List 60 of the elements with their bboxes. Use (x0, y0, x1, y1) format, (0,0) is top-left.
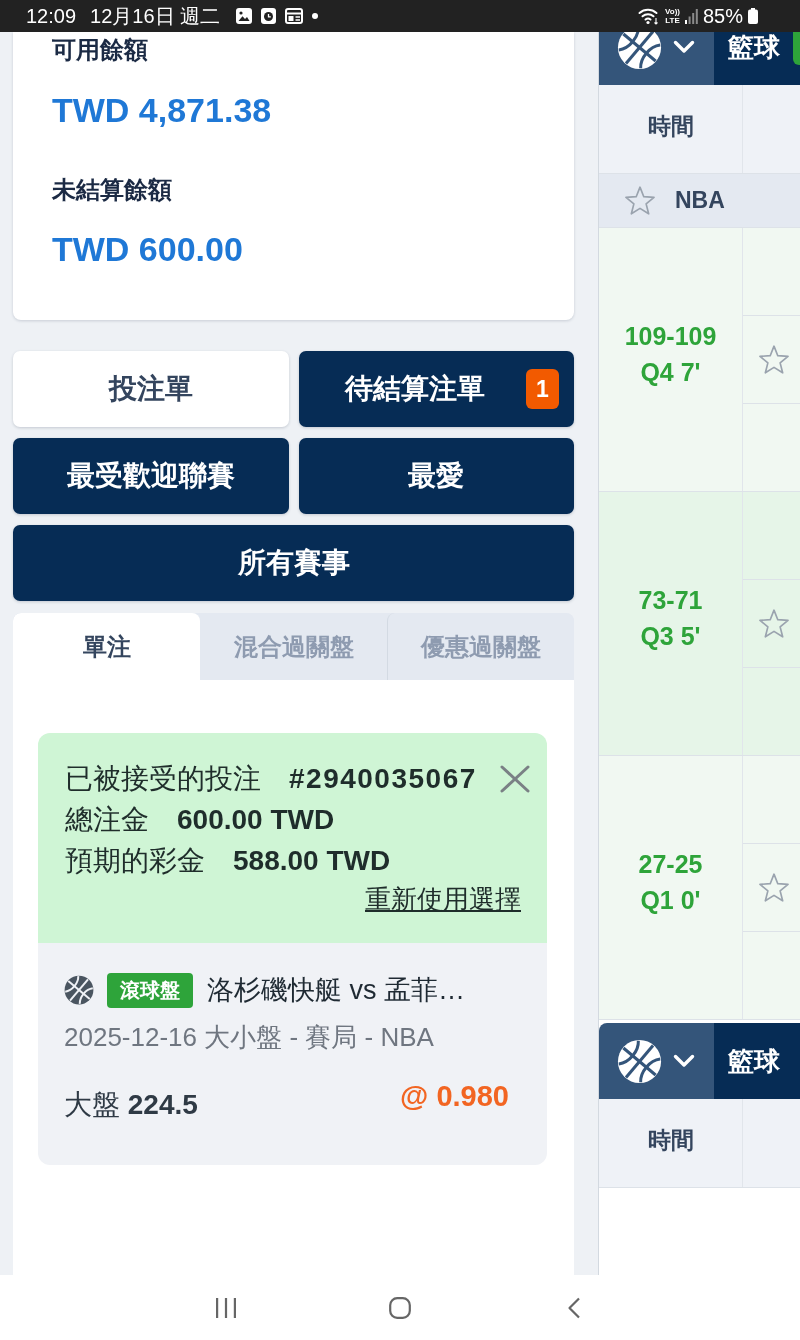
clock-icon (261, 8, 277, 24)
network-label: LTE (665, 16, 680, 25)
live-badge: 滾球盤 (107, 972, 193, 1008)
game-period: Q4 7' (640, 356, 701, 388)
live-score: 73-71 (638, 584, 703, 616)
receipt-value: 588.00 TWD (233, 844, 391, 877)
star-icon[interactable] (625, 186, 655, 215)
match-title: 洛杉磯快艇 vs 孟菲… (207, 974, 465, 1007)
menu-button[interactable]: 所有賽事 (13, 525, 574, 601)
game-period: Q1 0' (640, 884, 701, 916)
market-details: 2025-12-16 大小盤 - 賽局 - NBA (64, 1021, 435, 1054)
game-period: Q3 5' (640, 620, 701, 652)
bet-type-tab[interactable]: 單注 (13, 613, 200, 680)
sport-selector[interactable] (599, 1023, 714, 1099)
bet-number: #2940035067 (289, 762, 477, 795)
signal-icon (684, 8, 698, 24)
menu-button[interactable]: 最受歡迎聯賽 (13, 438, 289, 514)
date-text: 12月16日 週二 (90, 4, 221, 28)
time-column-header: 時間 (599, 1099, 743, 1187)
receipt-title: 已被接受的投注 (65, 761, 261, 796)
balance-label: 未結算餘額 (52, 175, 172, 205)
balance-label: 可用餘額 (52, 35, 148, 65)
basketball-icon (64, 975, 94, 1005)
reuse-selection-link[interactable]: 重新使用選擇 (365, 881, 521, 917)
receipt-label: 總注金 (65, 802, 149, 837)
receipt-value: 600.00 TWD (177, 803, 335, 836)
menu-button[interactable]: 最愛 (298, 438, 574, 514)
star-icon[interactable] (759, 873, 789, 902)
battery-icon (748, 8, 758, 24)
close-icon[interactable] (500, 764, 530, 793)
star-icon[interactable] (759, 345, 789, 374)
live-score: 109-109 (624, 320, 717, 352)
star-icon[interactable] (759, 609, 789, 638)
balance-amount: TWD 4,871.38 (52, 90, 272, 131)
sport-title: 籃球 (728, 32, 780, 64)
recent-apps-icon[interactable] (215, 1297, 237, 1318)
wifi-icon (638, 7, 660, 25)
notification-dot-icon (312, 13, 319, 19)
battery-percent: 85% (702, 4, 743, 28)
basketball-icon (617, 32, 662, 70)
back-icon[interactable] (567, 1296, 581, 1319)
news-icon (285, 8, 304, 24)
odds-value: @ 0.980 (400, 1080, 509, 1113)
pick-text: 大盤 224.5 (64, 1087, 198, 1122)
image-icon (236, 8, 253, 24)
home-icon[interactable] (389, 1296, 411, 1319)
network-label: Vo)) (665, 7, 680, 16)
live-score: 27-25 (638, 848, 703, 880)
chevron-down-icon (673, 40, 695, 54)
menu-button[interactable]: 投注單 (13, 351, 289, 427)
time-column-header: 時間 (599, 85, 743, 173)
count-badge: 1 (526, 369, 559, 409)
sport-title: 籃球 (728, 1044, 780, 1078)
balance-amount: TWD 600.00 (52, 229, 243, 270)
chevron-down-icon (673, 1054, 695, 1068)
menu-button[interactable]: 待結算注單 1 (298, 351, 574, 427)
basketball-icon (617, 1038, 662, 1084)
league-name: NBA (675, 187, 725, 214)
clock-time: 12:09 (26, 4, 77, 28)
receipt-label: 預期的彩金 (65, 843, 205, 878)
